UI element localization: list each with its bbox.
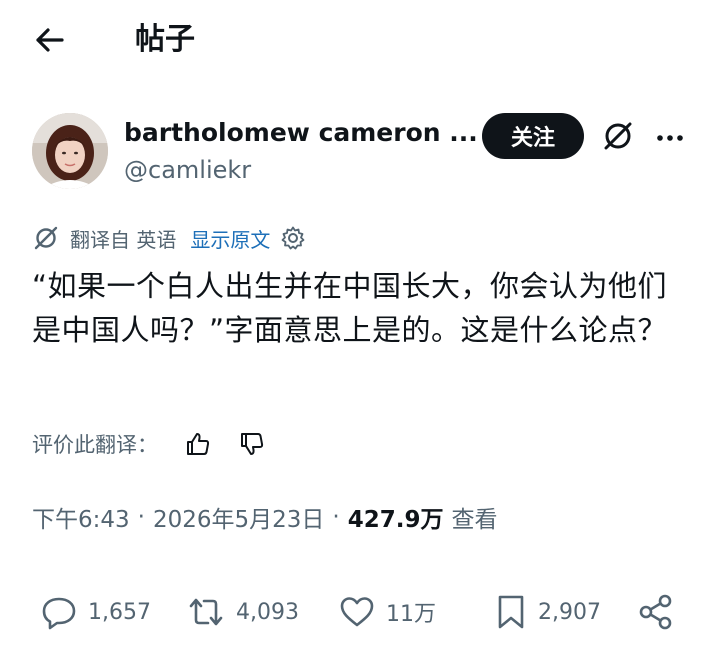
reply-button[interactable]: 1,657 (40, 590, 151, 634)
views-count: 427.9万 (347, 507, 444, 533)
thumbs-down-icon[interactable] (238, 430, 266, 458)
translation-bar: 翻译自 英语 显示原文 (32, 222, 306, 254)
post-text: “如果一个白人出生并在中国长大，你会认为他们是中国人吗？”字面意思上是的。这是什… (32, 269, 668, 347)
grok-translate-icon (32, 224, 60, 252)
repost-icon (186, 593, 226, 631)
meta-separator: · (137, 504, 145, 530)
share-button[interactable] (636, 590, 676, 634)
author-handle[interactable]: @camliekr (124, 153, 251, 187)
heart-icon (338, 593, 376, 631)
bookmark-icon (494, 593, 528, 631)
author-name[interactable]: bartholomew cameron ... (124, 116, 478, 150)
more-options-icon[interactable] (652, 120, 688, 156)
reply-count: 1,657 (88, 599, 151, 625)
post-meta: 下午6:43 · 2026年5月23日 · 427.9万 查看 (32, 498, 497, 536)
avatar[interactable] (32, 113, 108, 189)
translated-from-label: 翻译自 英语 (70, 227, 177, 252)
gear-icon[interactable] (280, 225, 306, 251)
like-button[interactable]: 11万 (338, 590, 436, 634)
back-arrow-icon[interactable] (32, 22, 68, 58)
share-icon (636, 592, 676, 632)
like-count: 11万 (386, 602, 436, 627)
rate-translation-bar: 评价此翻译： (32, 426, 266, 462)
post-time[interactable]: 下午6:43 (32, 500, 130, 534)
grok-icon[interactable] (600, 118, 636, 154)
repost-count: 4,093 (236, 599, 299, 625)
follow-button[interactable]: 关注 (482, 113, 584, 159)
bookmark-button[interactable]: 2,907 (494, 590, 601, 634)
repost-button[interactable]: 4,093 (186, 590, 299, 634)
thumbs-up-icon[interactable] (184, 430, 212, 458)
page-title: 帖子 (135, 22, 195, 57)
rate-translation-label: 评价此翻译： (32, 433, 158, 457)
post-date[interactable]: 2026年5月23日 (153, 500, 324, 534)
bookmark-count: 2,907 (538, 599, 601, 625)
meta-separator: · (332, 504, 340, 530)
show-original-link[interactable]: 显示原文 (190, 224, 270, 253)
reply-icon (40, 593, 78, 631)
views-label: 查看 (451, 507, 498, 533)
